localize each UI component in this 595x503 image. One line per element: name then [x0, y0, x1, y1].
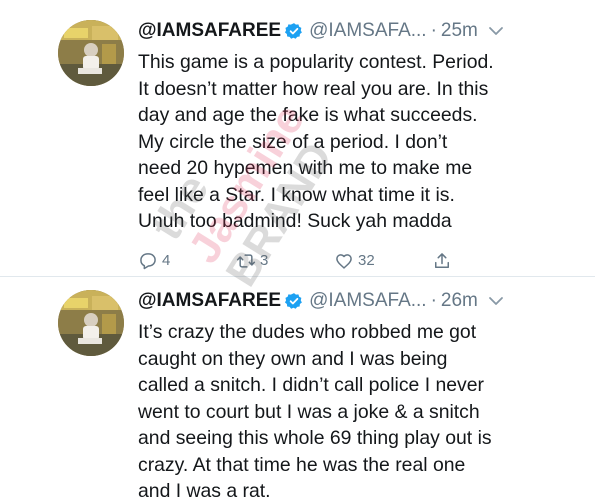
chevron-down-icon[interactable] — [488, 293, 504, 309]
tweet-header: @IAMSAFAREE @IAMSAFA... · 25m — [138, 14, 538, 48]
share-icon — [435, 252, 449, 268]
tweet-text-line: went to court but I was a joke & a snitc… — [138, 400, 480, 423]
retweet-count: 3 — [260, 252, 269, 269]
tweet-header: @IAMSAFAREE @IAMSAFA... · 26m — [138, 284, 538, 318]
like-count: 32 — [358, 252, 375, 269]
tweet-text-line: need 20 hypemen with me to make me — [138, 157, 473, 179]
separator-dot: · — [430, 290, 437, 311]
timestamp[interactable]: 26m — [441, 290, 478, 312]
tweet-text-line: caught on they own and I was being — [138, 347, 448, 370]
tweet-text-line: My circle the size of a period. I don’t — [138, 130, 448, 153]
tweet-text-line: called a snitch. I didn’t call police I … — [138, 374, 484, 396]
tweet-text-line: It’s crazy the dudes who robbed me got — [138, 321, 477, 343]
reply-button[interactable]: 4 — [138, 251, 236, 271]
tweet-text: This game is a popularity contest. Perio… — [138, 49, 538, 235]
share-button[interactable] — [432, 251, 530, 271]
tweet-text-line: This game is a popularity contest. Perio… — [138, 51, 494, 73]
tweet-text: It’s crazy the dudes who robbed me got c… — [138, 319, 538, 503]
heart-icon — [336, 253, 352, 269]
tweet-actions: 4 3 32 — [138, 249, 538, 273]
tweet-text-line: feel like a Star. I know what time it is… — [138, 183, 455, 206]
reply-count: 4 — [162, 252, 171, 269]
timestamp[interactable]: 25m — [441, 20, 478, 42]
retweet-button[interactable]: 3 — [236, 251, 334, 271]
tweet-feed: @IAMSAFAREE @IAMSAFA... · 25m This game … — [0, 0, 595, 503]
separator-dot: · — [430, 20, 437, 41]
retweet-icon — [236, 253, 256, 268]
tweet-text-line: It doesn’t matter how real you are. In t… — [138, 77, 489, 100]
tweet-text-line: Unuh too badmind! Suck yah madda — [138, 210, 452, 232]
tweet[interactable]: @IAMSAFAREE @IAMSAFA... · 25m This game … — [58, 14, 538, 276]
like-button[interactable]: 32 — [334, 251, 432, 271]
verified-badge-icon — [285, 292, 303, 310]
tweet-text-line: and seeing this whole 69 thing play out … — [138, 427, 492, 449]
tweet[interactable]: @IAMSAFAREE @IAMSAFA... · 26m It’s crazy… — [58, 284, 538, 503]
screen-name[interactable]: @IAMSAFA... — [309, 290, 426, 312]
reply-icon — [140, 252, 156, 269]
tweet-text-line: and I was a rat. — [138, 480, 271, 502]
tweet-text-line: crazy. At that time he was the real one — [138, 453, 466, 476]
tweet-divider — [0, 276, 595, 277]
avatar[interactable] — [58, 290, 124, 356]
display-name[interactable]: @IAMSAFAREE — [138, 20, 281, 42]
verified-badge-icon — [285, 22, 303, 40]
screen-name[interactable]: @IAMSAFA... — [309, 20, 426, 42]
avatar[interactable] — [58, 20, 124, 86]
display-name[interactable]: @IAMSAFAREE — [138, 290, 281, 312]
chevron-down-icon[interactable] — [488, 23, 504, 39]
tweet-text-line: day and age the fake is what succeeds. — [138, 104, 478, 126]
